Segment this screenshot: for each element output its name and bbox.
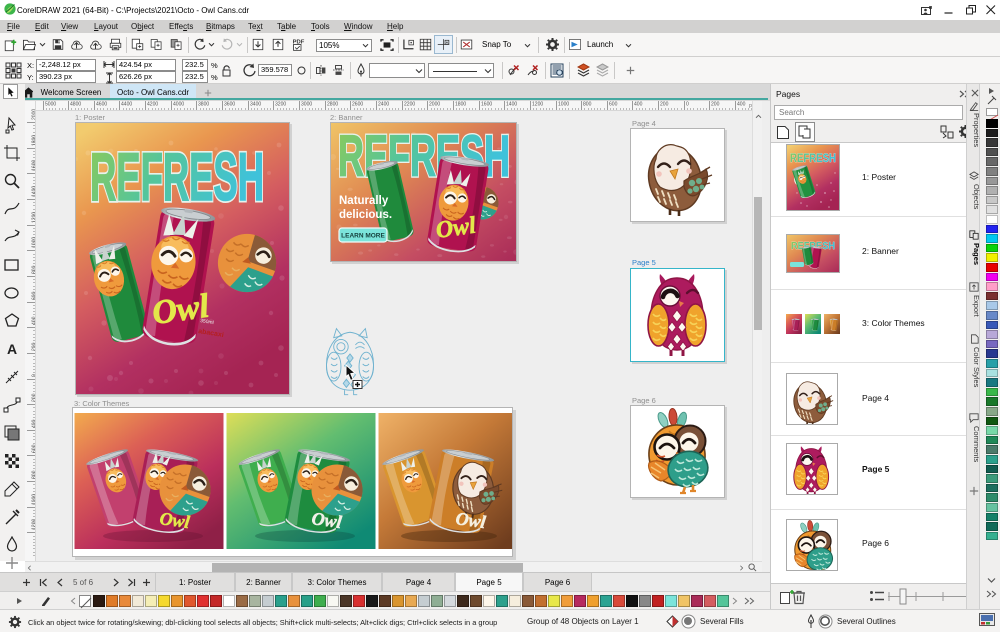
svg-text:Owl: Owl — [434, 213, 478, 244]
svg-text:LEARN MORE: LEARN MORE — [341, 233, 385, 240]
svg-text:Naturally: Naturally — [339, 195, 389, 207]
svg-text:A: A — [7, 341, 17, 357]
svg-text:delicious.: delicious. — [339, 209, 392, 221]
svg-text:Owl: Owl — [454, 508, 487, 532]
svg-text:Owl: Owl — [310, 508, 343, 532]
svg-text:Owl: Owl — [158, 508, 191, 532]
svg-text:Owl: Owl — [150, 287, 212, 332]
svg-text:REFRESH: REFRESH — [90, 139, 264, 215]
svg-text:REFRESH: REFRESH — [790, 151, 836, 165]
